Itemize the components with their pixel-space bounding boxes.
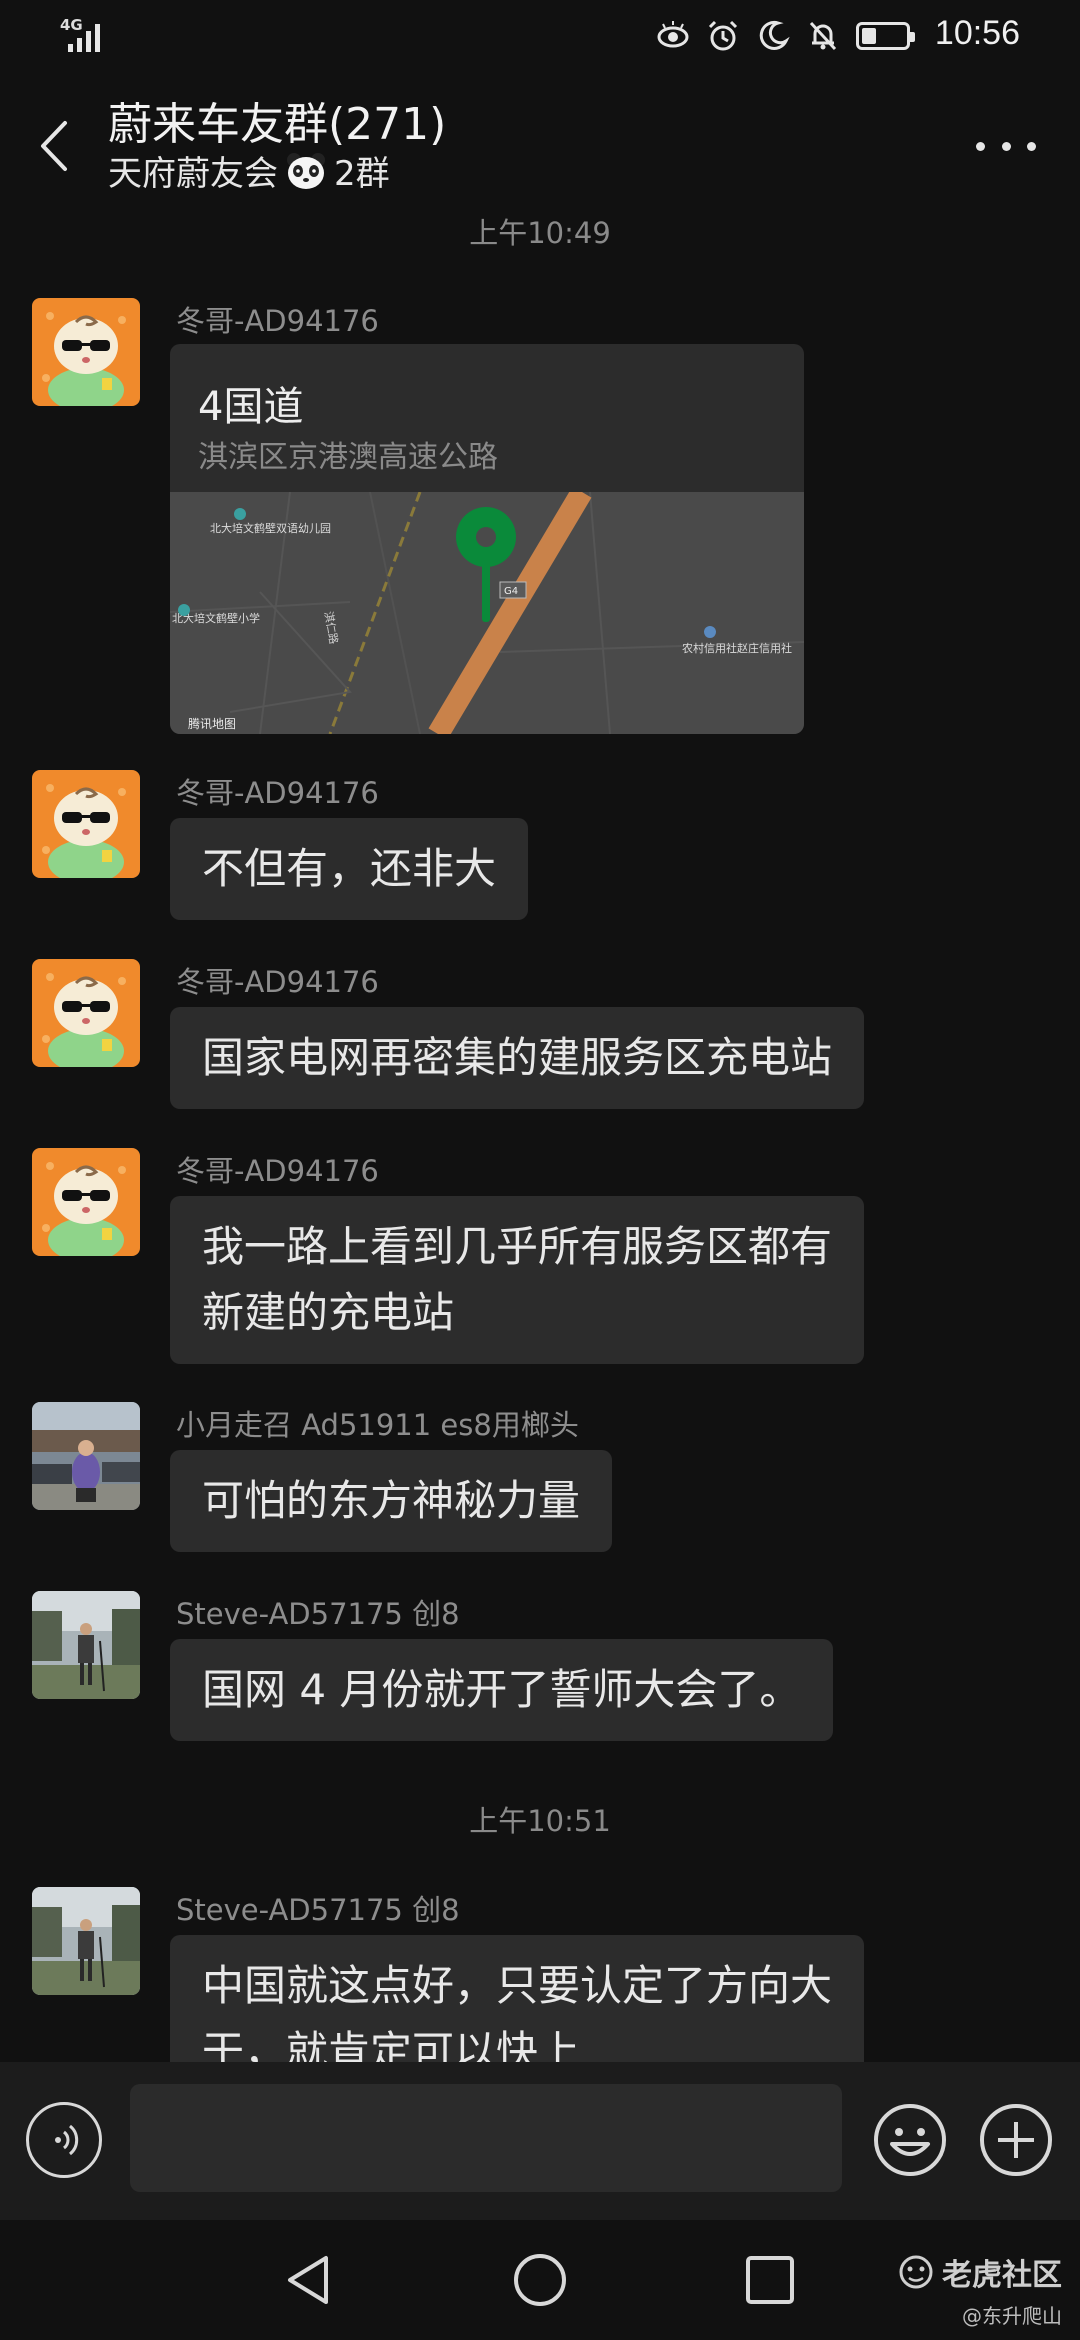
message-bubble[interactable]: 可怕的东方神秘力量	[170, 1450, 613, 1552]
message-text-line: 中国就这点好，只要认定了方向大	[202, 1961, 833, 2010]
message-text-line: 干，就肯定可以快上	[202, 2027, 581, 2062]
status-icons	[656, 18, 915, 54]
location-address: 淇滨区京港澳高速公路	[198, 440, 498, 475]
signal-icon	[68, 24, 100, 52]
message-list[interactable]: 上午10:49 冬哥-AD94176 4国道 淇滨区京港澳高速公路 北大培文鹤壁…	[0, 206, 1080, 2062]
nav-home-button[interactable]	[510, 2250, 570, 2310]
message-text-line: 新建的充电站	[202, 1288, 455, 1337]
dot-icon	[1001, 141, 1011, 151]
subtitle-suffix: 2群	[334, 154, 390, 194]
eye-icon	[657, 21, 689, 48]
input-bar	[0, 2062, 1080, 2220]
back-button[interactable]	[24, 106, 84, 186]
message-bubble[interactable]: 中国就这点好，只要认定了方向大 干，就肯定可以快上	[170, 1935, 865, 2062]
sender-name: 小月走召 Ad51911 es8用榔头	[176, 1408, 579, 1442]
sender-name: 冬哥-AD94176	[176, 304, 379, 338]
photo-avatar-icon	[32, 1887, 140, 1995]
map-label-bank: 农村信用社赵庄信用社	[682, 641, 792, 655]
group-subtitle: 天府蔚友会 2群	[108, 146, 390, 195]
map-label-kindergarten: 北大培文鹤壁双语幼儿园	[210, 521, 331, 535]
photo-avatar-icon	[32, 1591, 140, 1699]
chevron-left-icon	[41, 121, 67, 171]
avatar[interactable]	[32, 1402, 140, 1510]
sender-name: 冬哥-AD94176	[176, 776, 379, 810]
nav-back-button[interactable]	[280, 2250, 340, 2310]
avatar[interactable]	[32, 1591, 140, 1699]
map-preview: 北大培文鹤壁双语幼儿园 北大培文鹤壁小学 淇仁路 G4 农村信用社赵庄信用社 腾…	[170, 492, 804, 734]
timestamp: 上午10:51	[469, 1804, 611, 1838]
message-bubble[interactable]: 国网 4 月份就开了誓师大会了。	[170, 1639, 834, 1741]
message-text: 不但有，还非大	[202, 844, 497, 893]
avatar[interactable]	[32, 959, 140, 1067]
nav-recents-button[interactable]	[740, 2250, 800, 2310]
alarm-icon	[708, 20, 738, 51]
more-options-button[interactable]	[976, 126, 1036, 166]
emoji-button[interactable]	[872, 2102, 948, 2178]
cartoon-avatar-icon	[32, 959, 140, 1067]
location-title: 4国道	[198, 384, 304, 430]
photo-avatar-icon	[32, 1402, 140, 1510]
sender-name: Steve-AD57175 创8	[176, 1597, 460, 1631]
watermark-handle: @东升爬山	[962, 2304, 1062, 2328]
panda-emoji-icon	[287, 152, 325, 189]
avatar[interactable]	[32, 298, 140, 406]
message-input[interactable]	[130, 2084, 842, 2192]
subtitle-prefix: 天府蔚友会	[108, 154, 278, 194]
battery-icon	[856, 22, 915, 50]
watermark: 老虎社区 @东升爬山	[896, 2250, 1062, 2329]
moon-icon	[759, 20, 790, 50]
message-text: 国家电网再密集的建服务区充电站	[202, 1033, 833, 1082]
sender-name: 冬哥-AD94176	[176, 1154, 379, 1188]
cartoon-avatar-icon	[32, 1148, 140, 1256]
message-text-line: 我一路上看到几乎所有服务区都有	[202, 1222, 833, 1271]
add-attachment-button[interactable]	[978, 2102, 1054, 2178]
avatar[interactable]	[32, 1148, 140, 1256]
bell-off-icon	[809, 21, 837, 51]
sender-name: Steve-AD57175 创8	[176, 1893, 460, 1927]
dot-icon	[976, 141, 985, 151]
watermark-name: 老虎社区	[896, 2250, 1062, 2294]
map-label-highway: G4	[504, 586, 518, 597]
sender-name: 冬哥-AD94176	[176, 965, 379, 999]
message-text: 可怕的东方神秘力量	[202, 1476, 581, 1525]
cartoon-avatar-icon	[32, 770, 140, 878]
message-bubble[interactable]: 国家电网再密集的建服务区充电站	[170, 1007, 865, 1109]
group-title: 蔚来车友群(271)	[108, 99, 447, 150]
map-brand: 腾讯地图	[188, 716, 236, 731]
chat-header: 蔚来车友群(271) 天府蔚友会 2群	[0, 76, 1080, 206]
cartoon-avatar-icon	[32, 298, 140, 406]
dot-icon	[1027, 141, 1036, 151]
status-bar: 4G 10:56	[0, 0, 1080, 76]
avatar[interactable]	[32, 1887, 140, 1995]
message-text: 国网 4 月份就开了誓师大会了。	[202, 1665, 802, 1714]
voice-icon	[55, 2124, 79, 2156]
voice-input-button[interactable]	[26, 2102, 102, 2178]
location-card[interactable]: 4国道 淇滨区京港澳高速公路 北大培文鹤壁双语幼儿园 北大培文鹤壁小学 淇仁路 …	[170, 344, 804, 734]
message-bubble[interactable]: 我一路上看到几乎所有服务区都有 新建的充电站	[170, 1196, 865, 1364]
timestamp: 上午10:49	[469, 216, 611, 250]
clock: 10:56	[934, 14, 1020, 52]
system-nav-bar: 老虎社区 @东升爬山	[0, 2220, 1080, 2340]
avatar[interactable]	[32, 770, 140, 878]
tiger-logo-icon	[899, 2255, 933, 2289]
message-bubble[interactable]: 不但有，还非大	[170, 818, 529, 920]
